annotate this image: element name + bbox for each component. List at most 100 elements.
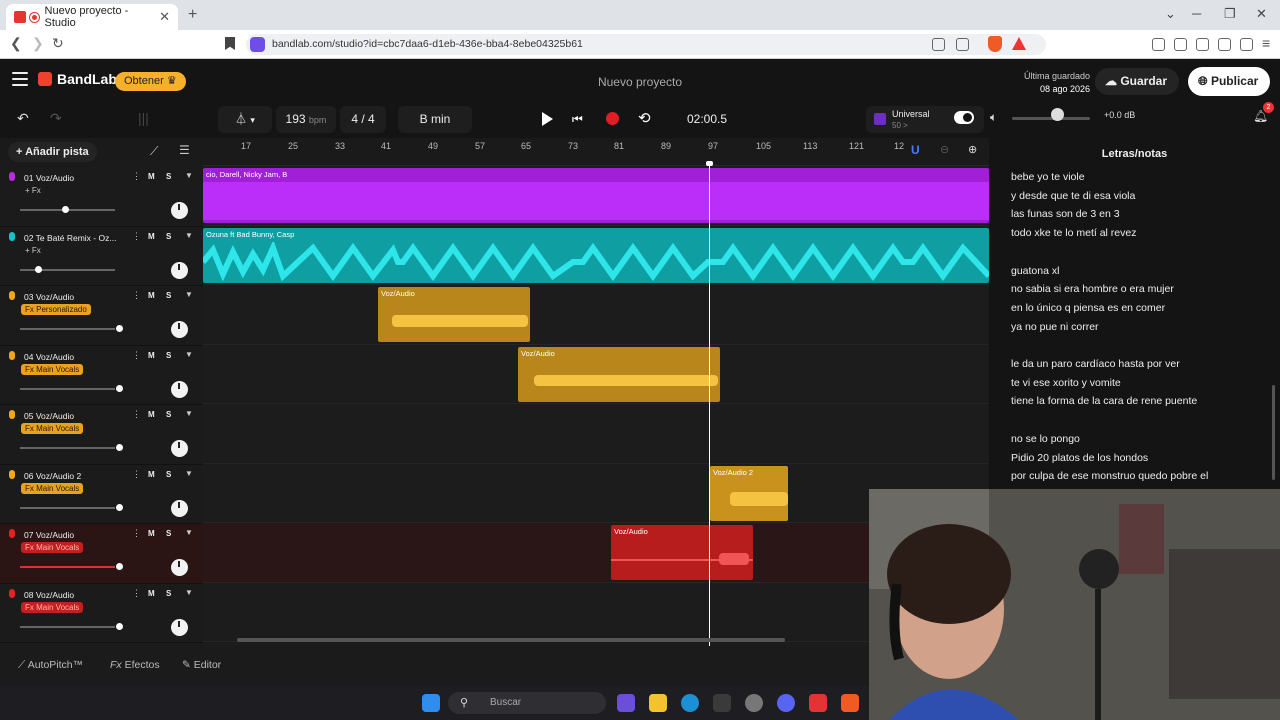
- track-pan-knob[interactable]: [171, 380, 188, 398]
- chevron-down-icon[interactable]: ▼: [185, 171, 193, 180]
- reader-mode-icon[interactable]: [932, 38, 945, 51]
- brave-shield-icon[interactable]: [988, 36, 1002, 52]
- master-volume-handle[interactable]: [1051, 108, 1064, 121]
- track-volume-handle[interactable]: [116, 325, 123, 332]
- publish-button[interactable]: 🌐︎ Publicar: [1188, 67, 1271, 96]
- track-name[interactable]: 03 Voz/Audio: [24, 292, 128, 302]
- autopitch-button[interactable]: ⟋ AutoPitch™: [18, 659, 83, 672]
- track-fx-button[interactable]: Fx Main Vocals: [21, 423, 84, 434]
- track-row[interactable]: 02 Te Baté Remix - Oz... + Fx ⋮ M S ▼: [0, 226, 203, 286]
- bookmark-icon[interactable]: [225, 37, 235, 50]
- brave-rewards-icon[interactable]: [1012, 37, 1026, 50]
- track-volume-slider[interactable]: [20, 325, 123, 332]
- clip-track-06[interactable]: Voz/Audio 2: [710, 466, 788, 521]
- track-volume-slider[interactable]: [20, 384, 123, 392]
- play-button[interactable]: [542, 112, 553, 126]
- add-track-button[interactable]: + Añadir pista: [8, 142, 97, 162]
- track-name[interactable]: 07 Voz/Audio: [24, 530, 128, 540]
- track-pan-knob[interactable]: [171, 321, 188, 338]
- reload-icon[interactable]: ↻: [52, 35, 64, 52]
- bandlab-logo[interactable]: BandLab: [38, 71, 117, 87]
- magic-wand-icon[interactable]: ⟋: [150, 144, 158, 159]
- track-settings-icon[interactable]: ☰: [179, 143, 190, 157]
- solo-button[interactable]: S: [166, 470, 171, 479]
- copilot-icon[interactable]: [617, 694, 635, 712]
- track-name[interactable]: 02 Te Baté Remix - Oz...: [24, 233, 128, 243]
- rewind-button[interactable]: ⏮: [572, 112, 583, 127]
- playhead-handle[interactable]: [706, 161, 713, 166]
- track-fx-button[interactable]: Fx Personalizado: [21, 304, 91, 315]
- track-options-icon[interactable]: ⋮: [132, 290, 141, 301]
- track-pan-knob[interactable]: [171, 440, 188, 457]
- mute-button[interactable]: M: [148, 529, 155, 538]
- chatgpt-icon[interactable]: [745, 694, 763, 712]
- address-bar[interactable]: bandlab.com/studio?id=cbc7daa6-d1eb-436e…: [246, 34, 1046, 55]
- store-icon[interactable]: [713, 694, 731, 712]
- vpn-icon[interactable]: [1240, 38, 1253, 51]
- track-options-icon[interactable]: ⋮: [132, 171, 141, 182]
- zoom-in-icon[interactable]: ⊕: [968, 143, 977, 156]
- forward-icon[interactable]: ❯: [32, 35, 44, 52]
- playhead[interactable]: [709, 166, 710, 646]
- minimize-button[interactable]: ─: [1192, 6, 1201, 21]
- track-fx-button[interactable]: Fx Main Vocals: [21, 363, 84, 375]
- mute-button[interactable]: M: [148, 351, 155, 360]
- redo-icon[interactable]: ↷: [50, 110, 62, 127]
- track-volume-handle[interactable]: [116, 444, 123, 451]
- bandlab-app-icon[interactable]: [809, 694, 827, 712]
- track-volume-slider[interactable]: [20, 503, 123, 511]
- track-volume-slider[interactable]: [20, 206, 115, 213]
- track-volume-handle[interactable]: [116, 503, 123, 511]
- track-options-icon[interactable]: ⋮: [132, 528, 141, 539]
- record-button[interactable]: [606, 112, 619, 125]
- track-fx-button[interactable]: Fx Main Vocals: [21, 601, 84, 613]
- mixer-icon[interactable]: |||: [138, 110, 149, 126]
- time-signature[interactable]: 4 / 4: [340, 106, 386, 133]
- edge-icon[interactable]: [681, 694, 699, 712]
- solo-button[interactable]: S: [166, 232, 171, 241]
- clip-track-04[interactable]: Voz/Audio: [518, 347, 720, 402]
- bpm-field[interactable]: 193 bpm: [276, 106, 336, 133]
- track-options-icon[interactable]: ⋮: [132, 588, 141, 599]
- track-row[interactable]: 03 Voz/Audio Fx Personalizado ⋮ M S ▼: [0, 286, 203, 346]
- chevron-down-icon[interactable]: ▼: [185, 469, 193, 478]
- project-title[interactable]: Nuevo proyecto: [540, 75, 740, 89]
- track-volume-slider[interactable]: [20, 563, 123, 570]
- solo-button[interactable]: S: [166, 529, 171, 538]
- mute-button[interactable]: M: [148, 470, 155, 479]
- track-fx-button[interactable]: Fx Main Vocals: [21, 482, 84, 494]
- track-row[interactable]: 08 Voz/Audio Fx Main Vocals ⋮ M S ▼: [0, 583, 203, 643]
- new-tab-button[interactable]: +: [188, 6, 197, 24]
- leo-icon[interactable]: [1218, 38, 1231, 51]
- track-volume-slider[interactable]: [20, 622, 123, 630]
- undo-icon[interactable]: ↶: [17, 110, 29, 127]
- close-window-button[interactable]: ✕: [1256, 6, 1267, 22]
- mute-button[interactable]: M: [148, 410, 155, 419]
- loop-button[interactable]: ⟲: [638, 109, 651, 127]
- clip-track-07[interactable]: Voz/Audio: [611, 525, 753, 580]
- brave-icon[interactable]: [841, 694, 859, 712]
- maximize-button[interactable]: ❐: [1224, 6, 1236, 22]
- chevron-down-icon[interactable]: ▼: [185, 290, 193, 299]
- track-volume-slider[interactable]: [20, 444, 123, 451]
- preset-toggle[interactable]: [954, 111, 974, 124]
- taskbar-search[interactable]: ⚲ Buscar: [448, 692, 606, 714]
- mute-button[interactable]: M: [148, 291, 155, 300]
- chevron-down-icon[interactable]: ▼: [185, 528, 193, 537]
- sidebar-icon[interactable]: [1174, 38, 1187, 51]
- browser-menu-icon[interactable]: ≡: [1262, 35, 1270, 51]
- track-name[interactable]: 04 Voz/Audio: [24, 352, 128, 362]
- chevron-down-icon[interactable]: ▼: [185, 231, 193, 240]
- wallet-icon[interactable]: [1196, 38, 1209, 51]
- close-tab-icon[interactable]: ✕: [159, 9, 170, 25]
- track-options-icon[interactable]: ⋮: [132, 469, 141, 480]
- zoom-out-icon[interactable]: ⊖: [940, 143, 949, 156]
- extensions-icon[interactable]: [1152, 38, 1165, 51]
- chevron-down-icon[interactable]: ▼: [185, 588, 193, 597]
- cast-icon[interactable]: [956, 38, 969, 51]
- track-volume-slider[interactable]: [20, 265, 115, 273]
- effects-button[interactable]: Fx Efectos: [110, 659, 160, 671]
- track-pan-knob[interactable]: [171, 202, 188, 219]
- lyrics-scrollbar[interactable]: [1272, 385, 1275, 480]
- mute-button[interactable]: M: [148, 172, 155, 181]
